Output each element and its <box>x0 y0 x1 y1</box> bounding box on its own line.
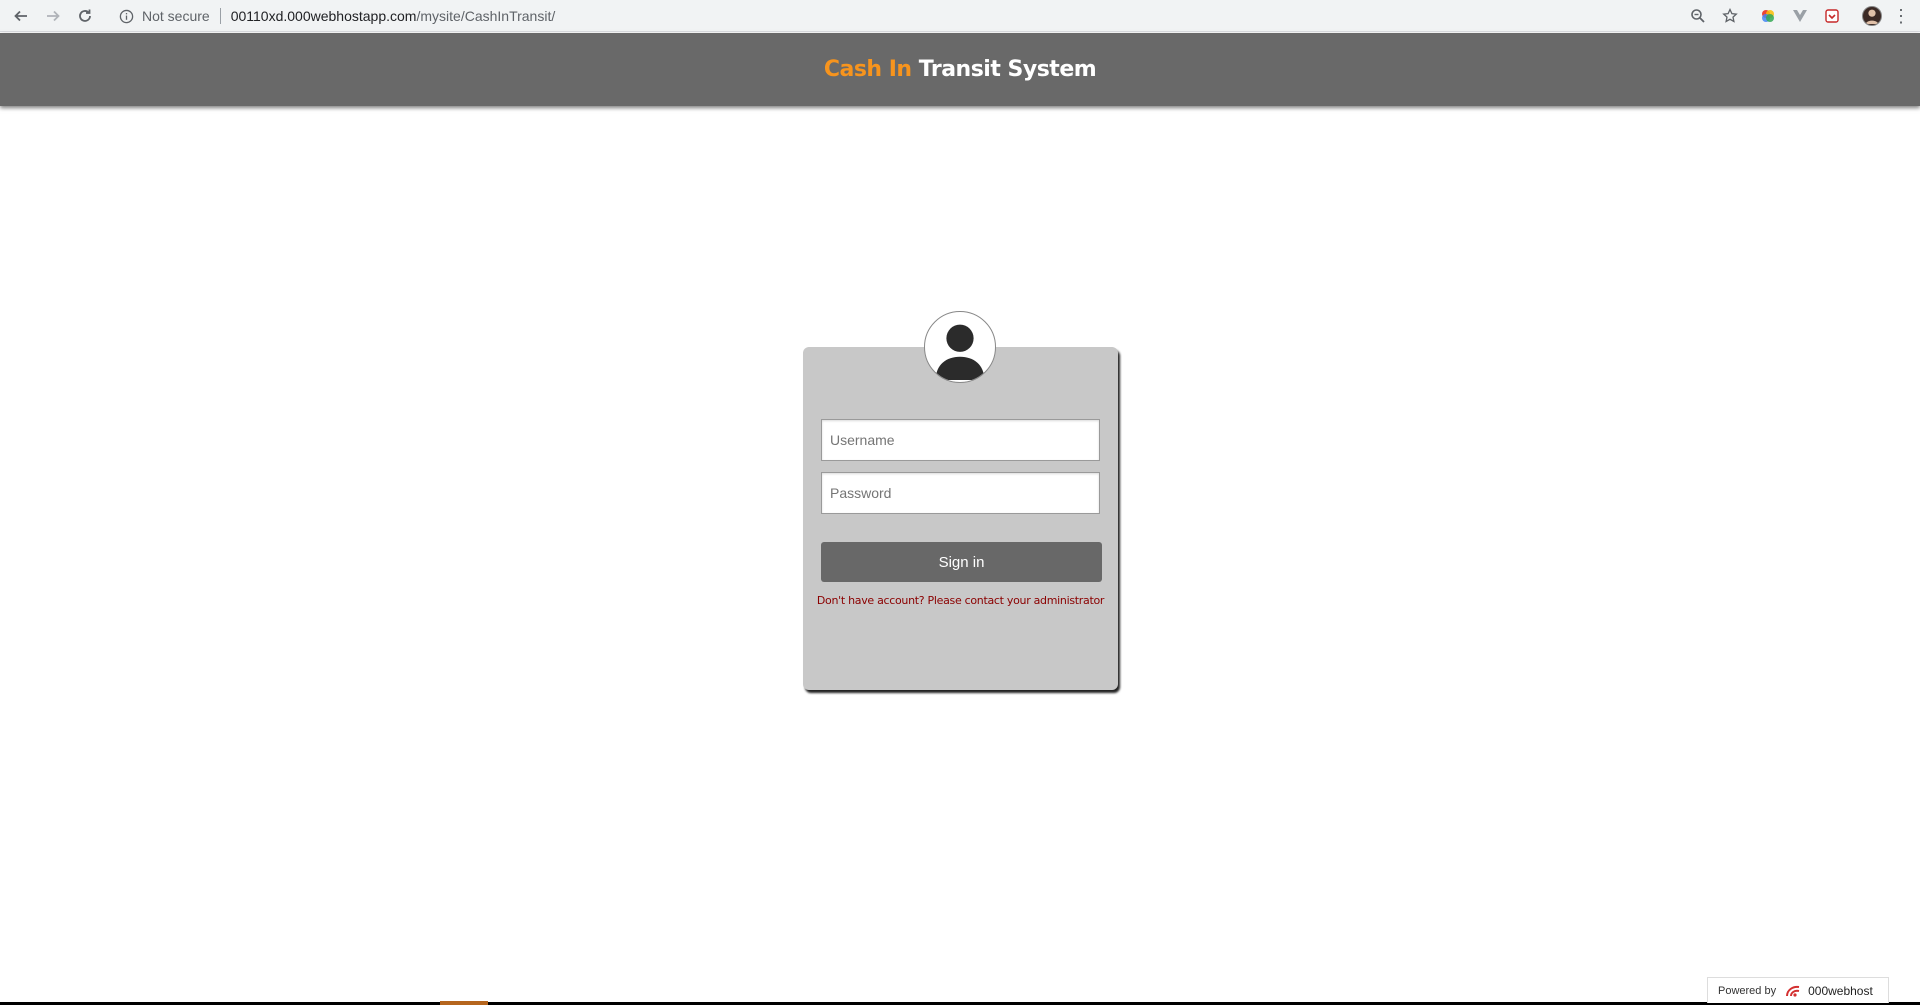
url-host: 00110xd.000webhostapp.com <box>230 8 417 24</box>
pocket-extension-icon[interactable] <box>1822 6 1842 26</box>
webhost-logo-icon <box>1786 985 1800 997</box>
login-card <box>803 347 1118 690</box>
contact-admin-note: Don't have account? Please contact your … <box>816 594 1105 607</box>
powered-by-badge[interactable]: Powered by 000webhost <box>1707 977 1889 1003</box>
site-title: Cash In Transit System <box>823 57 1097 82</box>
password-input[interactable] <box>821 472 1100 514</box>
kebab-menu-icon[interactable]: ⋮ <box>1892 6 1910 26</box>
powered-by-label: Powered by <box>1718 984 1777 997</box>
omnibox-divider <box>219 8 221 24</box>
site-title-accent: Cash In <box>823 57 912 82</box>
browser-toolbar: Not secure 00110xd.000webhostapp.com/mys… <box>0 0 1920 32</box>
info-icon[interactable] <box>118 8 134 24</box>
site-title-main: Transit System <box>918 57 1097 82</box>
sign-in-button[interactable]: Sign in <box>821 542 1102 582</box>
site-header: Cash In Transit System <box>0 33 1920 106</box>
security-label: Not secure <box>142 8 210 24</box>
forward-arrow-icon[interactable] <box>42 5 64 27</box>
bottom-bar-accent <box>440 1001 488 1005</box>
username-input[interactable] <box>821 419 1100 461</box>
address-bar[interactable]: Not secure 00110xd.000webhostapp.com/mys… <box>108 3 1738 29</box>
webhost-brand: 000webhost <box>1784 983 1873 999</box>
bookmark-star-icon[interactable] <box>1720 6 1740 26</box>
vue-devtools-icon[interactable] <box>1790 6 1810 26</box>
toolbar-actions: ⋮ <box>1688 0 1920 32</box>
back-arrow-icon[interactable] <box>10 5 32 27</box>
webhost-brand-label: 000webhost <box>1808 983 1873 998</box>
profile-avatar[interactable] <box>1862 6 1882 26</box>
url-path: /mysite/CashInTransit/ <box>416 8 556 24</box>
reload-icon[interactable] <box>74 5 96 27</box>
user-avatar-icon <box>924 311 996 383</box>
zoom-icon[interactable] <box>1688 6 1708 26</box>
color-extension-icon[interactable] <box>1758 6 1778 26</box>
